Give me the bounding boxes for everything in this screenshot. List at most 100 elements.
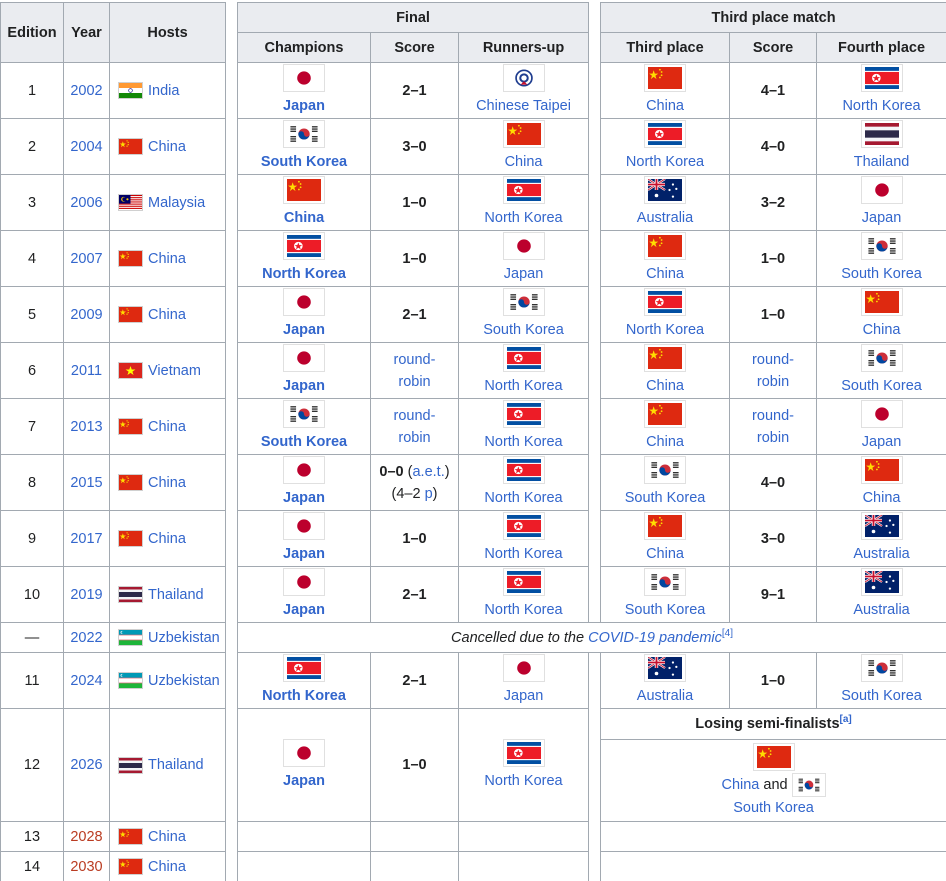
third-place-link[interactable]: South Korea <box>625 599 706 621</box>
third-place-link[interactable]: China <box>646 95 684 117</box>
third-place-link[interactable]: China <box>646 263 684 285</box>
year-link[interactable]: 2026 <box>70 757 102 773</box>
champion-link[interactable]: Japan <box>283 95 325 117</box>
table-row: 11 2024 Uzbekistan North Korea 2–1 Japan… <box>0 652 946 709</box>
year-link[interactable]: 2030 <box>70 859 102 875</box>
fourth-place-link[interactable]: Thailand <box>854 151 910 173</box>
header-final: Final <box>236 2 590 33</box>
third-place-link[interactable]: China <box>646 431 684 453</box>
year-link[interactable]: 2024 <box>70 673 102 689</box>
year-link[interactable]: 2009 <box>70 307 102 323</box>
runner-up-link[interactable]: North Korea <box>484 431 562 453</box>
third-place-link[interactable]: North Korea <box>626 319 704 341</box>
fourth-place-link[interactable]: South Korea <box>841 685 922 707</box>
score-cell: 1–0 <box>729 230 818 287</box>
year-link[interactable]: 2013 <box>70 419 102 435</box>
runner-up-link[interactable]: North Korea <box>484 207 562 229</box>
round-robin-link[interactable]: round-robin <box>752 408 794 446</box>
champion-link[interactable]: Japan <box>283 319 325 341</box>
year-link[interactable]: 2017 <box>70 531 102 547</box>
fourth-place-link[interactable]: North Korea <box>842 95 920 117</box>
host-link[interactable]: Malaysia <box>148 192 205 214</box>
year-link[interactable]: 2011 <box>71 363 102 379</box>
runner-up-link[interactable]: North Korea <box>484 599 562 621</box>
host-link[interactable]: China <box>148 248 186 270</box>
host-link[interactable]: Thailand <box>148 584 204 606</box>
third-place-link[interactable]: China <box>646 375 684 397</box>
year-link[interactable]: 2022 <box>70 630 102 646</box>
fourth-place-link[interactable]: Japan <box>862 431 902 453</box>
champion-link[interactable]: South Korea <box>261 151 347 173</box>
fourth-place-link[interactable]: South Korea <box>841 263 922 285</box>
third-place-link[interactable]: Australia <box>637 207 693 229</box>
third-place-link[interactable]: Australia <box>637 685 693 707</box>
runner-up-link[interactable]: North Korea <box>484 487 562 509</box>
host-cell: China <box>109 851 226 881</box>
year-link[interactable]: 2004 <box>70 139 102 155</box>
runner-up-cell: North Korea <box>457 510 590 567</box>
host-link[interactable]: China <box>148 136 186 158</box>
reference-link[interactable]: [a] <box>840 714 852 725</box>
host-link[interactable]: Thailand <box>148 754 204 776</box>
host-link[interactable]: China <box>148 304 186 326</box>
champion-cell: China <box>237 174 371 231</box>
round-robin-link[interactable]: round-robin <box>394 352 436 390</box>
runner-up-link[interactable]: North Korea <box>484 375 562 397</box>
champion-link[interactable]: South Korea <box>261 431 347 453</box>
champion-link[interactable]: Japan <box>283 543 325 565</box>
host-link[interactable]: China <box>148 528 186 550</box>
champion-cell: South Korea <box>237 398 371 455</box>
fourth-place-link[interactable]: Australia <box>853 543 909 565</box>
third-place-link[interactable]: South Korea <box>625 487 706 509</box>
champion-link[interactable]: North Korea <box>262 263 346 285</box>
champion-link[interactable]: Japan <box>283 770 325 792</box>
year-link[interactable]: 2028 <box>70 829 102 845</box>
host-link[interactable]: Uzbekistan <box>148 627 220 649</box>
flag-south-korea-icon <box>644 456 687 484</box>
third-place-link[interactable]: China <box>646 543 684 565</box>
runner-up-link[interactable]: North Korea <box>484 543 562 565</box>
fourth-place-link[interactable]: South Korea <box>841 375 922 397</box>
host-link[interactable]: China <box>148 856 186 878</box>
host-link[interactable]: China <box>148 472 186 494</box>
fourth-place-link[interactable]: Australia <box>853 599 909 621</box>
edition-cell: 8 <box>0 454 64 511</box>
fourth-place-link[interactable]: China <box>863 487 901 509</box>
champion-link[interactable]: Japan <box>283 599 325 621</box>
runner-up-link[interactable]: Japan <box>504 685 544 707</box>
round-robin-link[interactable]: round-robin <box>752 352 794 390</box>
host-link[interactable]: China <box>148 416 186 438</box>
host-link[interactable]: India <box>148 80 179 102</box>
host-link[interactable]: Uzbekistan <box>148 670 220 692</box>
reference-link[interactable]: [4] <box>722 628 733 639</box>
runner-up-link[interactable]: South Korea <box>483 319 564 341</box>
host-link[interactable]: Vietnam <box>148 360 201 382</box>
year-link[interactable]: 2006 <box>70 195 102 211</box>
covid-link[interactable]: COVID-19 pandemic <box>588 630 722 646</box>
fourth-place-cell: South Korea <box>816 230 946 287</box>
year-link[interactable]: 2007 <box>70 251 102 267</box>
semi-finalist-link[interactable]: China <box>721 776 759 792</box>
runner-up-link[interactable]: Japan <box>504 263 544 285</box>
champion-link[interactable]: Japan <box>283 375 325 397</box>
champion-link[interactable]: Japan <box>283 487 325 509</box>
fourth-place-link[interactable]: Japan <box>862 207 902 229</box>
aet-link[interactable]: a.e.t. <box>412 464 444 480</box>
champion-link[interactable]: North Korea <box>262 685 346 707</box>
runner-up-link[interactable]: North Korea <box>484 770 562 792</box>
champion-link[interactable]: China <box>284 207 324 229</box>
host-link[interactable]: China <box>148 826 186 848</box>
runner-up-link[interactable]: China <box>505 151 543 173</box>
semi-finalist-link[interactable]: South Korea <box>733 797 814 819</box>
header-score: Score <box>370 32 459 63</box>
year-link[interactable]: 2002 <box>70 83 102 99</box>
year-link[interactable]: 2015 <box>70 475 102 491</box>
third-place-cell: China <box>600 398 731 455</box>
year-link[interactable]: 2019 <box>70 587 102 603</box>
gap <box>588 286 602 343</box>
penalty-link[interactable]: p <box>425 486 433 502</box>
round-robin-link[interactable]: round-robin <box>394 408 436 446</box>
runner-up-link[interactable]: Chinese Taipei <box>476 95 571 117</box>
fourth-place-link[interactable]: China <box>863 319 901 341</box>
third-place-link[interactable]: North Korea <box>626 151 704 173</box>
